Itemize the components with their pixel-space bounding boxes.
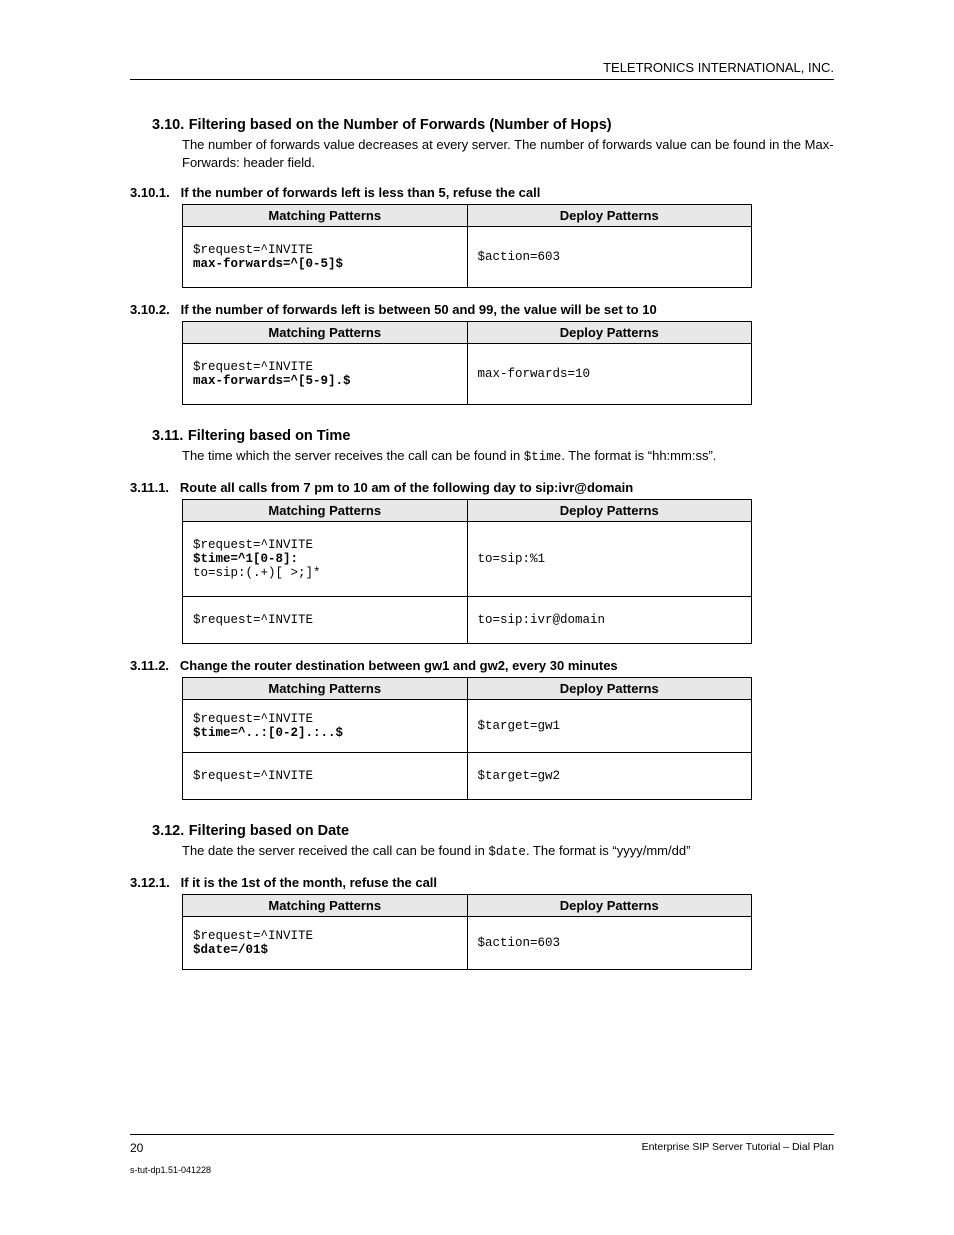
code-line: $time=^1[0-8]: [193,552,298,566]
pattern-table: Matching PatternsDeploy Patterns $reques… [182,321,752,405]
col-deploy: Deploy Patterns [467,499,752,521]
code-line: to=sip:(.+)[ >;]* [193,566,321,580]
subsection-title: Change the router destination between gw… [180,658,618,673]
text: The date the server received the call ca… [182,843,488,858]
code-line: to=sip:%1 [478,552,546,566]
cell-deploy: $action=603 [467,916,752,969]
cell-deploy: $action=603 [467,227,752,288]
footer-docid: s-tut-dp1.51-041228 [130,1155,834,1175]
subsection-title: Route all calls from 7 pm to 10 am of th… [180,480,633,495]
section-number: 3.10. [152,117,184,133]
section-number: 3.11. [152,428,183,444]
cell-matching: $request=^INVITE$date=/01$ [183,916,468,969]
footer-doc: Enterprise SIP Server Tutorial – Dial Pl… [642,1141,834,1153]
code-line: $request=^INVITE [193,538,313,552]
col-deploy: Deploy Patterns [467,894,752,916]
cell-matching: $request=^INVITE$time=^1[0-8]:to=sip:(.+… [183,521,468,596]
text: . The format is “yyyy/mm/dd” [526,843,690,858]
col-matching: Matching Patterns [183,894,468,916]
section-title: Filtering based on Date [189,823,349,839]
pattern-table: Matching PatternsDeploy Patterns $reques… [182,204,752,288]
code-line: max-forwards=^[5-9].$ [193,374,351,388]
col-deploy: Deploy Patterns [467,322,752,344]
code-line: $request=^INVITE [193,929,313,943]
pattern-table: Matching PatternsDeploy Patterns $reques… [182,499,752,644]
subsection-3-11-1: 3.11.1. Route all calls from 7 pm to 10 … [130,480,834,495]
col-matching: Matching Patterns [183,205,468,227]
code-line: $action=603 [478,936,561,950]
code-line: $time=^..:[0-2].:..$ [193,726,343,740]
code-line: $request=^INVITE [193,243,313,257]
code-line: $date=/01$ [193,943,268,957]
subsection-number: 3.10.1. [130,185,170,200]
section-3-11: 3.11. Filtering based on Time [152,427,834,445]
code-line: max-forwards=10 [478,367,591,381]
code-line: $target=gw2 [478,769,561,783]
subsection-title: If the number of forwards left is betwee… [181,302,657,317]
subsection-number: 3.10.2. [130,302,170,317]
section-body: The time which the server receives the c… [182,447,834,466]
cell-matching: $request=^INVITE [183,596,468,643]
page-header: TELETRONICS INTERNATIONAL, INC. [130,60,834,80]
subsection-title: If it is the 1st of the month, refuse th… [181,875,437,890]
section-title: Filtering based on the Number of Forward… [189,117,612,133]
cell-deploy: $target=gw1 [467,699,752,752]
code-line: $request=^INVITE [193,613,313,627]
text: . The format is “hh:mm:ss”. [561,448,716,463]
code-inline: $date [488,845,526,859]
col-matching: Matching Patterns [183,677,468,699]
section-3-12: 3.12. Filtering based on Date [152,822,834,840]
cell-matching: $request=^INVITE [183,752,468,799]
col-deploy: Deploy Patterns [467,205,752,227]
cell-deploy: to=sip:ivr@domain [467,596,752,643]
subsection-3-10-2: 3.10.2. If the number of forwards left i… [130,302,834,317]
col-deploy: Deploy Patterns [467,677,752,699]
text: The time which the server receives the c… [182,448,524,463]
pattern-table: Matching PatternsDeploy Patterns $reques… [182,677,752,800]
subsection-number: 3.11.2. [130,658,169,673]
subsection-3-12-1: 3.12.1. If it is the 1st of the month, r… [130,875,834,890]
cell-matching: $request=^INVITEmax-forwards=^[5-9].$ [183,344,468,405]
cell-deploy: max-forwards=10 [467,344,752,405]
code-line: $request=^INVITE [193,360,313,374]
code-line: $request=^INVITE [193,769,313,783]
cell-matching: $request=^INVITEmax-forwards=^[0-5]$ [183,227,468,288]
section-3-10: 3.10. Filtering based on the Number of F… [152,116,834,134]
page-number: 20 [130,1141,143,1155]
cell-deploy: to=sip:%1 [467,521,752,596]
code-line: to=sip:ivr@domain [478,613,606,627]
section-body: The date the server received the call ca… [182,842,834,861]
cell-matching: $request=^INVITE$time=^..:[0-2].:..$ [183,699,468,752]
subsection-3-11-2: 3.11.2. Change the router destination be… [130,658,834,673]
section-title: Filtering based on Time [188,428,350,444]
subsection-number: 3.12.1. [130,875,170,890]
code-inline: $time [524,450,562,464]
code-line: $request=^INVITE [193,712,313,726]
subsection-number: 3.11.1. [130,480,169,495]
subsection-3-10-1: 3.10.1. If the number of forwards left i… [130,185,834,200]
pattern-table: Matching PatternsDeploy Patterns $reques… [182,894,752,970]
section-number: 3.12. [152,823,184,839]
section-body: The number of forwards value decreases a… [182,136,834,171]
code-line: $target=gw1 [478,719,561,733]
page-footer: 20 Enterprise SIP Server Tutorial – Dial… [130,1134,834,1175]
code-line: max-forwards=^[0-5]$ [193,257,343,271]
code-line: $action=603 [478,250,561,264]
col-matching: Matching Patterns [183,322,468,344]
subsection-title: If the number of forwards left is less t… [181,185,541,200]
col-matching: Matching Patterns [183,499,468,521]
cell-deploy: $target=gw2 [467,752,752,799]
